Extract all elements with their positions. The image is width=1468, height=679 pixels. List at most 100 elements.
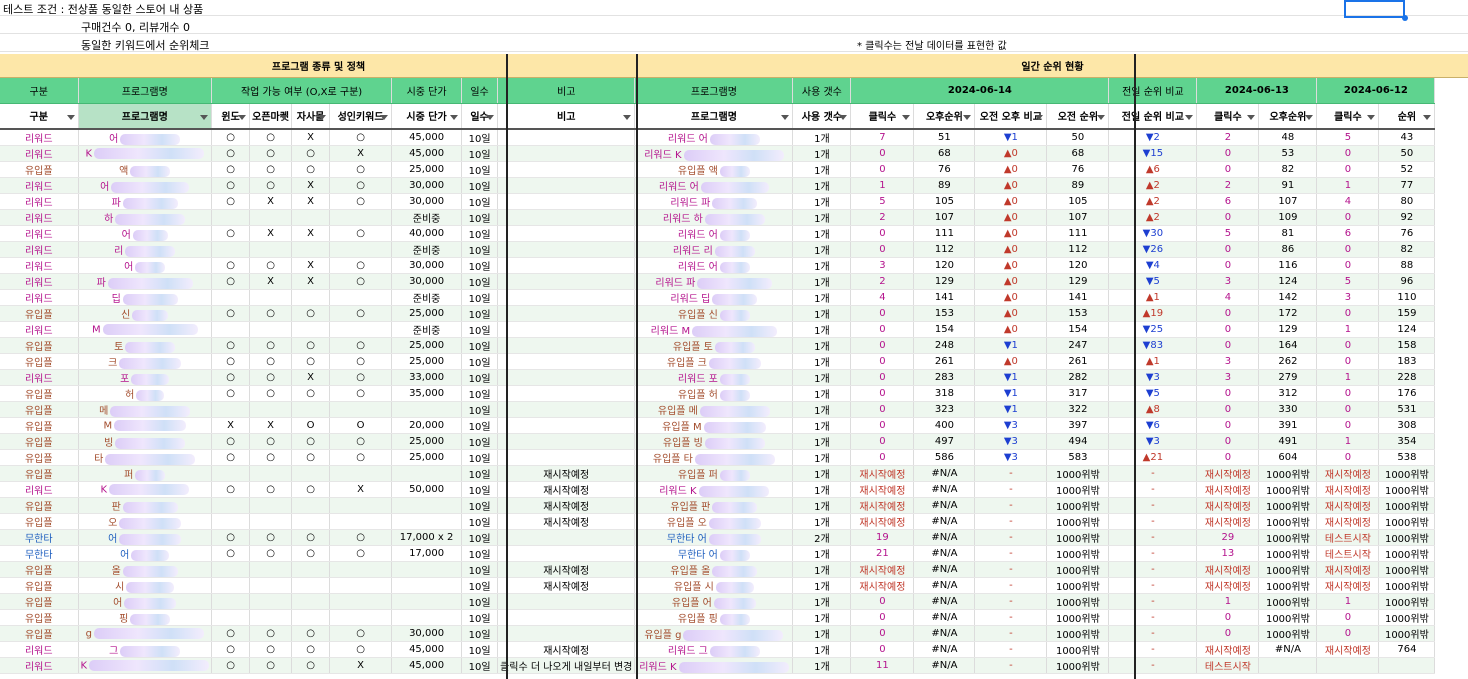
cell-pm-rank-0613[interactable]: 491 <box>1258 433 1318 450</box>
cell-program[interactable]: 어 <box>78 593 213 610</box>
cell-pm-rank-0613[interactable]: 1000위밖 <box>1258 465 1318 482</box>
cell-window[interactable] <box>211 465 251 482</box>
cell-pm-rank-0613[interactable]: 604 <box>1258 449 1318 466</box>
cell-program-2[interactable]: 유입플 어 <box>634 593 794 610</box>
cell-click-0613[interactable]: 0 <box>1196 401 1260 418</box>
cell-rank-0612[interactable]: 88 <box>1378 257 1436 274</box>
cell-window[interactable] <box>211 561 251 578</box>
cell-note[interactable] <box>497 449 636 466</box>
fill-handle[interactable] <box>1402 15 1408 21</box>
cell-days[interactable]: 10일 <box>461 145 499 162</box>
cell-pm-rank[interactable]: 261 <box>913 353 976 370</box>
cell-price[interactable] <box>391 497 463 514</box>
cell-days[interactable]: 10일 <box>461 481 499 498</box>
cell-ampm-compare[interactable]: ▲0 <box>974 145 1048 162</box>
cell-rank-0612[interactable]: 50 <box>1378 145 1436 162</box>
cell-pm-rank[interactable]: #N/A <box>913 657 976 674</box>
cell-window[interactable]: ○ <box>211 257 251 274</box>
cell-pm-rank-0613[interactable]: 48 <box>1258 129 1318 146</box>
cell-program-2[interactable]: 유입플 M <box>634 417 794 434</box>
cell-adult[interactable] <box>329 321 393 338</box>
cell-click-0613[interactable]: 3 <box>1196 353 1260 370</box>
cell-am-rank[interactable]: 76 <box>1046 161 1110 178</box>
cell-click[interactable]: 0 <box>850 161 915 178</box>
cell-note[interactable] <box>497 353 636 370</box>
cell-window[interactable]: ○ <box>211 129 251 146</box>
cell-days[interactable]: 10일 <box>461 513 499 530</box>
cell-price[interactable]: 33,000 <box>391 369 463 386</box>
cell-usage[interactable]: 1개 <box>792 465 852 482</box>
cell-click-0612[interactable]: 0 <box>1316 609 1380 626</box>
filter-arrow-icon[interactable] <box>781 114 790 120</box>
cell-program[interactable]: 크 <box>78 353 213 370</box>
cell-am-rank[interactable]: 494 <box>1046 433 1110 450</box>
cell-note[interactable] <box>497 241 636 258</box>
cell-program-2[interactable]: 리워드 어 <box>634 225 794 242</box>
cell-adult[interactable] <box>329 577 393 594</box>
cell-adult[interactable]: X <box>329 657 393 674</box>
cell-prev-compare[interactable]: ▼4 <box>1108 257 1198 274</box>
cell-type[interactable]: 리워드 <box>0 257 79 274</box>
cell-click-0612[interactable]: 재시작예정 <box>1316 641 1380 658</box>
f-adult-header[interactable]: 성인키워드 <box>329 103 393 130</box>
cell-window[interactable]: ○ <box>211 305 251 322</box>
cell-prev-compare[interactable]: ▼5 <box>1108 385 1198 402</box>
f-am-rank-header[interactable]: 오전 순위 <box>1046 103 1110 130</box>
cell-ampm-compare[interactable]: ▼3 <box>974 417 1048 434</box>
cell-program-2[interactable]: 리워드 K <box>634 481 794 498</box>
cell-am-rank[interactable]: 1000위밖 <box>1046 513 1110 530</box>
cell-openmarket[interactable]: ○ <box>249 529 293 546</box>
cell-pm-rank-0613[interactable]: 172 <box>1258 305 1318 322</box>
cell-usage[interactable]: 1개 <box>792 513 852 530</box>
cell-click[interactable]: 재시작예정 <box>850 513 915 530</box>
cell-rank-0612[interactable]: 124 <box>1378 321 1436 338</box>
cell-price[interactable]: 30,000 <box>391 193 463 210</box>
cell-prev-compare[interactable]: - <box>1108 657 1198 674</box>
cell-adult[interactable]: ○ <box>329 305 393 322</box>
cell-pm-rank[interactable]: 107 <box>913 209 976 226</box>
cell-note[interactable] <box>497 433 636 450</box>
cell-program[interactable]: 퍼 <box>78 465 213 482</box>
cell-usage[interactable]: 1개 <box>792 433 852 450</box>
cell-click-0612[interactable]: 6 <box>1316 225 1380 242</box>
cell-type[interactable]: 유입플 <box>0 161 79 178</box>
cell-rank-0612[interactable]: 183 <box>1378 353 1436 370</box>
cell-pm-rank-0613[interactable]: 53 <box>1258 145 1318 162</box>
cell-adult[interactable] <box>329 609 393 626</box>
cell-ownmall[interactable]: ○ <box>291 433 331 450</box>
cell-type[interactable]: 리워드 <box>0 641 79 658</box>
cell-type[interactable]: 리워드 <box>0 481 79 498</box>
cell-days[interactable]: 10일 <box>461 305 499 322</box>
cell-prev-compare[interactable]: ▲2 <box>1108 177 1198 194</box>
cell-click[interactable]: 0 <box>850 593 915 610</box>
cell-program[interactable]: 오 <box>78 513 213 530</box>
cell-pm-rank-0613[interactable]: 86 <box>1258 241 1318 258</box>
cell-click[interactable]: 0 <box>850 417 915 434</box>
cell-pm-rank-0613[interactable]: 142 <box>1258 289 1318 306</box>
cell-usage[interactable]: 1개 <box>792 545 852 562</box>
cell-click-0613[interactable]: 0 <box>1196 417 1260 434</box>
filter-arrow-icon[interactable] <box>1305 114 1314 120</box>
cell-prev-compare[interactable]: - <box>1108 625 1198 642</box>
cell-ampm-compare[interactable]: - <box>974 593 1048 610</box>
cell-ownmall[interactable]: ○ <box>291 353 331 370</box>
cell-adult[interactable]: ○ <box>329 257 393 274</box>
cell-type[interactable]: 유입플 <box>0 465 79 482</box>
cell-prev-compare[interactable]: ▲2 <box>1108 193 1198 210</box>
cell-prev-compare[interactable]: ▲6 <box>1108 161 1198 178</box>
f-prev-compare-header[interactable]: 전일 순위 비교 <box>1108 103 1198 130</box>
cell-click[interactable]: 재시작예정 <box>850 481 915 498</box>
cell-note[interactable] <box>497 145 636 162</box>
cell-usage[interactable]: 1개 <box>792 209 852 226</box>
cell-pm-rank-0613[interactable]: 279 <box>1258 369 1318 386</box>
cell-ampm-compare[interactable]: ▼1 <box>974 385 1048 402</box>
cell-prev-compare[interactable]: ▼3 <box>1108 369 1198 386</box>
cell-click-0612[interactable]: 재시작예정 <box>1316 561 1380 578</box>
cell-am-rank[interactable]: 120 <box>1046 257 1110 274</box>
cell-program[interactable]: M <box>78 417 213 434</box>
cell-usage[interactable]: 1개 <box>792 497 852 514</box>
cell-type[interactable]: 유입플 <box>0 353 79 370</box>
cell-note[interactable]: 재시작예정 <box>497 481 636 498</box>
cell-usage[interactable]: 2개 <box>792 529 852 546</box>
cell-am-rank[interactable]: 1000위밖 <box>1046 609 1110 626</box>
